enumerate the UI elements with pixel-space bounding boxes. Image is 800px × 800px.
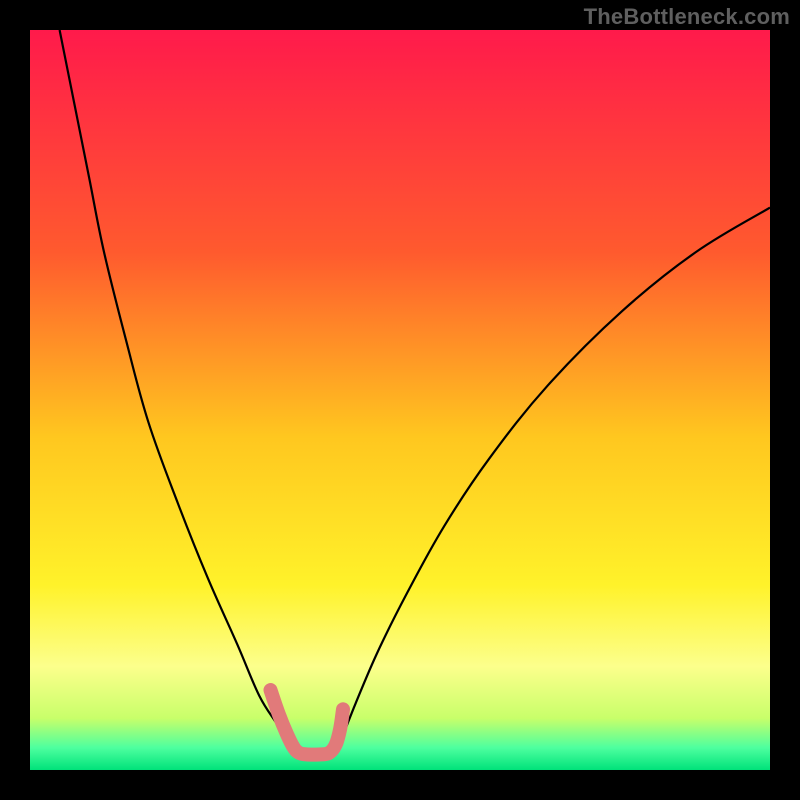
- attribution-label: TheBottleneck.com: [584, 4, 790, 30]
- chart-frame: TheBottleneck.com: [0, 0, 800, 800]
- bottleneck-curve-chart: [30, 30, 770, 770]
- plot-area: [30, 30, 770, 770]
